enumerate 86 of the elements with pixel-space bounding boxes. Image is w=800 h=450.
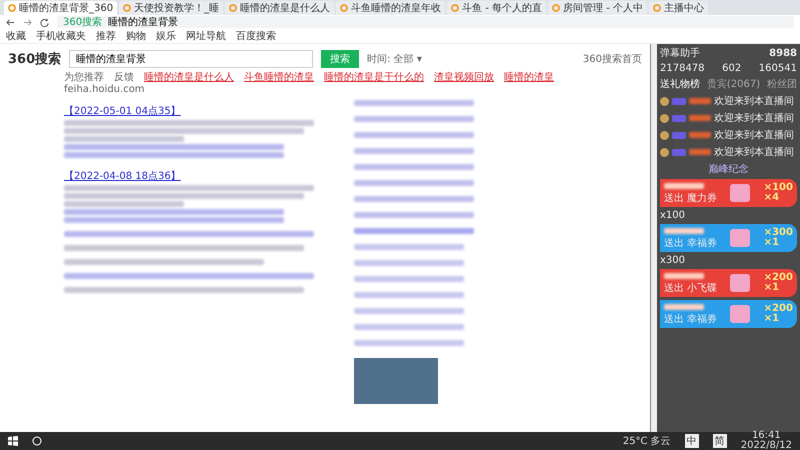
stat-value: 160541 <box>758 63 797 74</box>
refresh-icon[interactable] <box>40 18 49 26</box>
homepage-link[interactable]: 360搜索首页 <box>582 52 642 66</box>
gift-icon <box>730 274 750 292</box>
clock: 16:41 2022/8/12 <box>740 431 792 450</box>
tab-icon <box>8 4 16 12</box>
bookmark[interactable]: 购物 <box>126 29 146 43</box>
suggestion-link[interactable]: 渣皇视频回放 <box>434 70 494 84</box>
bookmark[interactable]: 手机收藏夹 <box>36 29 86 43</box>
tab-icon <box>552 4 560 12</box>
chat-message: 欢迎来到本直播间 <box>714 128 794 142</box>
search-icon[interactable] <box>32 436 42 446</box>
banner-title: 巅峰纪念 <box>708 162 748 176</box>
panel-count: 8988 <box>769 48 797 58</box>
back-icon[interactable] <box>6 18 15 26</box>
gift-count: ×300 ×1 <box>764 228 793 248</box>
suggestion-link[interactable]: 睡懵的渣皇是什么人 <box>144 70 234 84</box>
gift-text: 送出 小飞碟 <box>664 283 718 294</box>
chat-message: 欢迎来到本直播间 <box>714 94 794 108</box>
blurred-text-drawing <box>689 115 711 121</box>
tab-icon <box>653 4 662 12</box>
time-filter[interactable]: 时间: 全部 ▾ <box>367 52 422 66</box>
gift-note: x300 <box>660 255 686 266</box>
blurred-text-drawing <box>664 273 704 279</box>
gift-text: 送出 魔力券 <box>664 193 718 204</box>
level-badge <box>672 114 686 122</box>
feedback-link[interactable]: 反馈 <box>114 70 134 84</box>
panel-tab[interactable]: 粉丝团 <box>766 77 797 91</box>
blurred-text-drawing <box>664 228 704 234</box>
address-field[interactable]: 360搜索 睡懵的渣皇背景 <box>57 16 794 28</box>
gift-icon <box>730 229 750 247</box>
bookmark[interactable]: 娱乐 <box>156 29 176 43</box>
result-title[interactable]: 【2022-04-08 18点36】 <box>64 171 181 182</box>
search-field[interactable]: 睡懵的渣皇背景 <box>69 50 314 68</box>
blurred-text-drawing <box>689 149 711 155</box>
browser-tab[interactable]: 房间管理 - 个人中 <box>548 1 648 15</box>
blurred-text-drawing <box>689 132 711 138</box>
tab-icon <box>229 4 238 12</box>
bookmark[interactable]: 百度搜索 <box>236 29 276 43</box>
tab-icon <box>340 4 348 12</box>
browser-tab[interactable]: 主播中心 <box>649 1 708 15</box>
browser-tab[interactable]: 睡懵的渣皇是什么人 <box>225 1 334 15</box>
blurred-text-drawing <box>689 98 711 104</box>
address-text: 睡懵的渣皇背景 <box>108 16 178 29</box>
suggestion-link[interactable]: 斗鱼睡懵的渣皇 <box>244 70 314 84</box>
browser-tab[interactable]: 睡懵的渣皇背景_360 <box>4 1 118 15</box>
bookmark[interactable]: 网址导航 <box>186 29 226 43</box>
blurred-text-drawing <box>664 183 704 189</box>
gift-count: ×200 ×1 <box>764 304 793 324</box>
panel-tab[interactable]: 贵宾(2067) <box>706 77 760 91</box>
chat-message: 欢迎来到本直播间 <box>714 146 794 159</box>
stat-value: 2178478 <box>660 63 705 74</box>
gift-icon <box>730 184 750 202</box>
bookmark[interactable]: 推荐 <box>96 29 116 43</box>
level-badge <box>672 148 686 156</box>
search-logo: 360搜索 <box>8 50 62 68</box>
tab-icon <box>451 4 460 12</box>
panel-tab[interactable]: 送礼物榜 <box>660 77 700 91</box>
gift-text: 送出 幸福券 <box>664 238 718 249</box>
forward-icon[interactable] <box>23 18 32 26</box>
gift-icon <box>730 305 750 323</box>
site-label: 360搜索 <box>63 16 102 29</box>
level-badge <box>672 132 686 138</box>
result-title[interactable]: 【2022-05-01 04点35】 <box>64 106 181 117</box>
weather-text: 25°C 多云 <box>622 435 671 448</box>
bookmark[interactable]: 收藏 <box>6 29 26 43</box>
chat-message: 欢迎来到本直播间 <box>714 112 794 125</box>
gift-count: ×200 ×1 <box>764 273 793 293</box>
site-url: feiha.hoidu.com <box>64 84 146 95</box>
ime-indicator[interactable]: 简 <box>712 434 727 448</box>
tab-icon <box>123 4 132 12</box>
gift-note: x100 <box>660 210 686 221</box>
gift-count: ×100 ×4 <box>764 183 793 203</box>
browser-tab[interactable]: 天使投资教学！_睡 <box>119 1 224 15</box>
suggestion-link[interactable]: 睡懵的渣皇 <box>504 70 554 84</box>
ime-indicator[interactable]: 中 <box>684 434 699 448</box>
blurred-text-drawing <box>664 304 704 310</box>
recommend-label: 为您推荐 <box>64 70 104 84</box>
browser-tab[interactable]: 斗鱼睡懵的渣皇年收 <box>336 1 446 15</box>
level-badge <box>672 98 686 104</box>
panel-title: 弹幕助手 <box>660 46 700 60</box>
browser-tab[interactable]: 斗鱼 - 每个人的直 <box>447 1 546 15</box>
suggestion-link[interactable]: 睡懵的渣皇是干什么的 <box>324 70 424 84</box>
start-icon[interactable] <box>8 436 18 446</box>
stat-value: 602 <box>722 63 742 74</box>
gift-text: 送出 幸福券 <box>664 314 718 325</box>
